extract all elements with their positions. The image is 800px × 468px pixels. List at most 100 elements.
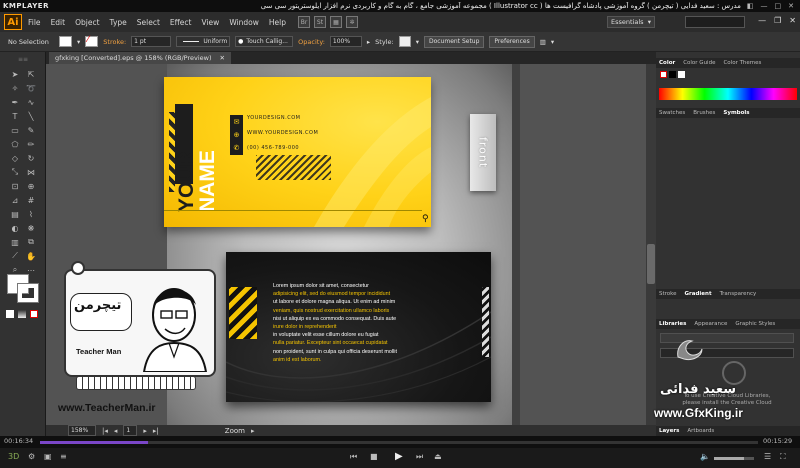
chevron-right-icon[interactable]: ▸ xyxy=(367,38,370,46)
menu-help[interactable]: Help xyxy=(269,18,286,27)
menu-window[interactable]: Window xyxy=(229,18,259,27)
equalizer-icon[interactable]: ≡ xyxy=(60,452,67,461)
settings-icon[interactable]: ⚙ xyxy=(28,452,35,461)
paintbrush-tool-icon[interactable]: ✎ xyxy=(24,124,38,136)
playlist-icon[interactable]: ☰ xyxy=(764,452,771,461)
fullscreen-icon[interactable]: ⛶ xyxy=(780,452,786,462)
rotate-tool-icon[interactable]: ↻ xyxy=(24,152,38,164)
sync-icon[interactable]: ✲ xyxy=(346,16,358,28)
workspace-switcher[interactable]: Essentials ▾ xyxy=(607,16,655,28)
volume-slider[interactable] xyxy=(714,457,754,460)
line-tool-icon[interactable]: ╲ xyxy=(24,110,38,122)
tab-symbols[interactable]: Symbols xyxy=(723,110,749,116)
blend-tool-icon[interactable]: ◐ xyxy=(8,222,22,234)
search-stock-input[interactable] xyxy=(685,16,745,28)
opacity-label[interactable]: Opacity: xyxy=(298,38,325,46)
align-icon[interactable]: ▥ xyxy=(540,38,546,46)
shaper-tool-icon[interactable]: ⬠ xyxy=(8,138,22,150)
color-spectrum[interactable] xyxy=(659,88,797,100)
fill-swatch[interactable] xyxy=(59,36,72,47)
business-card-front[interactable]: YOUR NAME ✉ ⊕ ✆ YOURDESIGN.COM WWW.YOURD… xyxy=(164,77,431,227)
selection-tool-icon[interactable]: ➤ xyxy=(8,68,22,80)
menu-effect[interactable]: Effect xyxy=(170,18,192,27)
perspective-grid-tool-icon[interactable]: ⊿ xyxy=(8,194,22,206)
none-mode-icon[interactable] xyxy=(30,310,38,318)
window-restore-icon[interactable]: ❐ xyxy=(774,16,781,25)
eyedropper-tool-icon[interactable]: ⌇ xyxy=(24,208,38,220)
width-tool-icon[interactable]: ⋈ xyxy=(24,166,38,178)
tab-libraries[interactable]: Libraries xyxy=(659,321,686,327)
pencil-tool-icon[interactable]: ✏ xyxy=(24,138,38,150)
panel-grip-icon[interactable]: ≡≡ xyxy=(2,56,44,63)
eject-icon[interactable]: ⏏ xyxy=(434,452,442,461)
next-icon[interactable]: ⏭ xyxy=(416,452,423,462)
last-page-icon[interactable]: ▸| xyxy=(153,427,159,435)
none-swatch-icon[interactable] xyxy=(660,71,667,78)
mesh-tool-icon[interactable]: # xyxy=(24,194,38,206)
lasso-tool-icon[interactable]: ➰ xyxy=(24,82,38,94)
tab-layers[interactable]: Layers xyxy=(659,428,679,434)
pen-tool-icon[interactable]: ✒ xyxy=(8,96,22,108)
close-tab-icon[interactable]: ✕ xyxy=(219,54,224,62)
gradient-tool-icon[interactable]: ▤ xyxy=(8,208,22,220)
tab-stroke[interactable]: Stroke xyxy=(659,291,677,297)
maximize-icon[interactable]: □ xyxy=(775,2,782,10)
next-page-icon[interactable]: ▸ xyxy=(143,427,147,435)
menu-edit[interactable]: Edit xyxy=(51,18,66,27)
magic-wand-tool-icon[interactable]: ✧ xyxy=(8,82,22,94)
menu-select[interactable]: Select xyxy=(137,18,160,27)
color-mode-icon[interactable] xyxy=(6,310,14,318)
tab-graphic-styles[interactable]: Graphic Styles xyxy=(735,321,775,327)
tab-color-themes[interactable]: Color Themes xyxy=(723,60,761,66)
arrange-icon[interactable]: ▦ xyxy=(330,16,342,28)
shape-builder-tool-icon[interactable]: ⊕ xyxy=(24,180,38,192)
seek-bar[interactable] xyxy=(40,441,758,444)
stroke-swatch[interactable]: ⁄ xyxy=(85,35,99,47)
artboard-tool-icon[interactable]: ⧉ xyxy=(24,236,38,248)
preferences-button[interactable]: Preferences xyxy=(489,35,535,48)
page-number-field[interactable]: 1 xyxy=(123,425,138,436)
menu-object[interactable]: Object xyxy=(75,18,99,27)
free-transform-tool-icon[interactable]: ⊡ xyxy=(8,180,22,192)
window-minimize-icon[interactable]: — xyxy=(758,16,766,25)
type-tool-icon[interactable]: T xyxy=(8,110,22,122)
hand-tool-icon[interactable]: ✋ xyxy=(24,250,38,262)
document-setup-button[interactable]: Document Setup xyxy=(423,35,485,48)
capture-icon[interactable]: ▣ xyxy=(44,452,52,461)
rectangle-tool-icon[interactable]: ▭ xyxy=(8,124,22,136)
stroke-label[interactable]: Stroke: xyxy=(103,38,126,46)
prev-page-icon[interactable]: ◂ xyxy=(114,427,118,435)
stock-icon[interactable]: St xyxy=(314,16,326,28)
brush-select[interactable]: ● Touch Callig... xyxy=(235,36,294,47)
column-graph-tool-icon[interactable]: ▥ xyxy=(8,236,22,248)
direct-selection-tool-icon[interactable]: ⇱ xyxy=(24,68,38,80)
eraser-tool-icon[interactable]: ◇ xyxy=(8,152,22,164)
volume-icon[interactable]: 🔈 xyxy=(700,452,710,461)
close-icon[interactable]: ✕ xyxy=(788,2,794,10)
minimize-icon[interactable]: — xyxy=(761,2,768,10)
window-close-icon[interactable]: ✕ xyxy=(789,16,796,25)
bridge-icon[interactable]: Br xyxy=(298,16,310,28)
tab-brushes[interactable]: Brushes xyxy=(693,110,715,116)
previous-icon[interactable]: ⏮ xyxy=(350,452,357,462)
stop-icon[interactable]: ■ xyxy=(370,452,378,461)
slice-tool-icon[interactable]: ⟋ xyxy=(8,250,22,262)
stroke-profile-select[interactable]: Uniform xyxy=(176,36,231,47)
opacity-field[interactable]: 100% xyxy=(329,36,362,47)
vertical-scrollbar[interactable] xyxy=(646,64,656,425)
white-swatch[interactable] xyxy=(678,71,685,78)
menu-file[interactable]: File xyxy=(28,18,41,27)
gradient-mode-icon[interactable] xyxy=(18,310,26,318)
tab-transparency[interactable]: Transparency xyxy=(720,291,757,297)
business-card-back[interactable]: Lorem ipsum dolor sit amet, consectetur a… xyxy=(226,252,491,402)
scrollbar-thumb[interactable] xyxy=(647,244,655,284)
symbol-sprayer-tool-icon[interactable]: ❋ xyxy=(24,222,38,234)
play-icon[interactable]: ▶ xyxy=(395,451,403,462)
scale-tool-icon[interactable]: ⤡ xyxy=(8,166,22,178)
tab-gradient[interactable]: Gradient xyxy=(685,291,712,297)
tab-color[interactable]: Color xyxy=(659,60,675,66)
zoom-level-field[interactable]: 158% xyxy=(68,425,96,436)
stroke-color-swatch[interactable] xyxy=(17,283,39,303)
canvas[interactable]: YOUR NAME ✉ ⊕ ✆ YOURDESIGN.COM WWW.YOURD… xyxy=(46,64,646,425)
curvature-tool-icon[interactable]: ∿ xyxy=(24,96,38,108)
